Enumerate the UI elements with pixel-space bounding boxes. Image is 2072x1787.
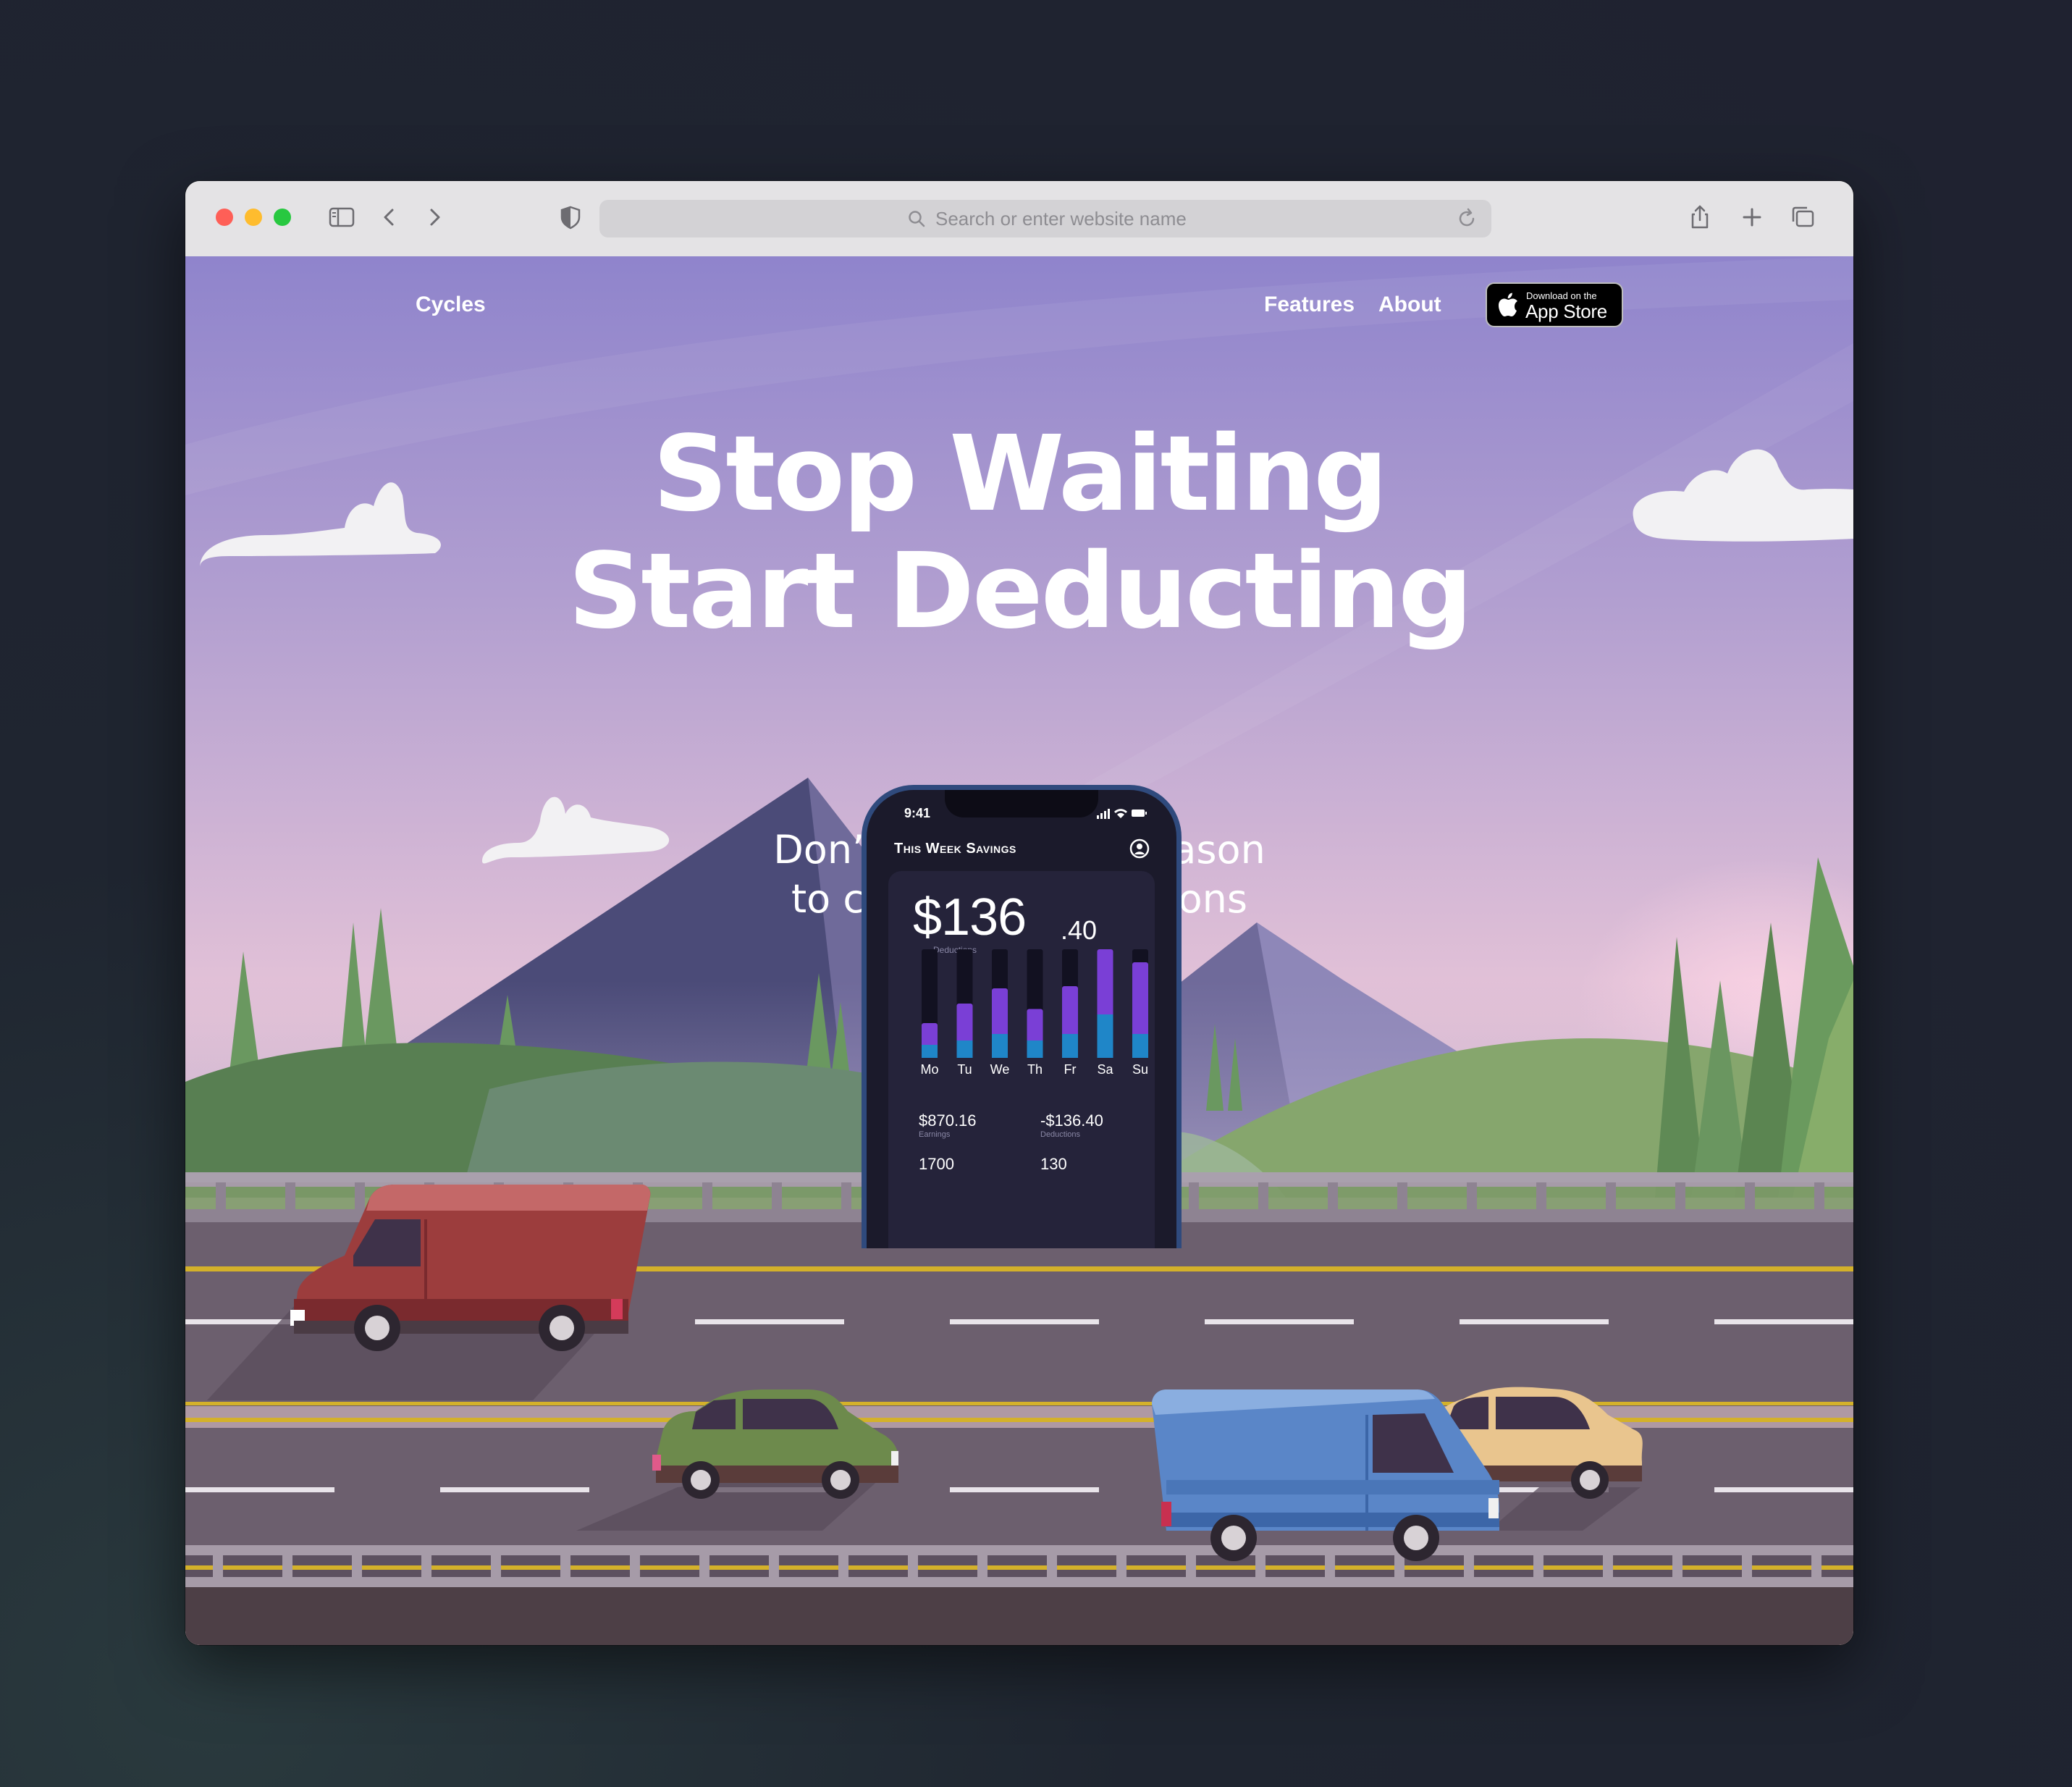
lane-dash <box>1714 1487 1853 1492</box>
deductions-value: -$136.40 <box>1040 1111 1103 1130</box>
back-icon[interactable] <box>375 203 404 232</box>
app-store-small-label: Download on the <box>1526 290 1597 301</box>
profile-icon[interactable] <box>1129 838 1150 859</box>
sidebar-toggle-icon[interactable] <box>327 203 356 232</box>
bar-blue <box>992 1034 1008 1058</box>
bar-blue <box>1062 1034 1078 1058</box>
address-input[interactable] <box>935 206 1297 232</box>
lane-dash <box>950 1319 1099 1324</box>
fence-post <box>216 1182 226 1211</box>
deductions-label: Deductions <box>1040 1130 1081 1139</box>
fence-post <box>841 1182 851 1211</box>
bar-day-label: Th <box>1027 1062 1043 1077</box>
fence-post <box>1397 1182 1407 1211</box>
fence-post <box>1536 1182 1546 1211</box>
lane-dash <box>950 1487 1099 1492</box>
earnings-value: $870.16 <box>919 1111 977 1130</box>
fence-post <box>1189 1182 1199 1211</box>
lane-dash <box>440 1487 589 1492</box>
app-store-button[interactable]: Download on the App Store <box>1486 282 1623 327</box>
app-store-label: App Store <box>1525 300 1607 322</box>
close-window-button[interactable] <box>216 209 233 226</box>
bar-day-label: We <box>990 1062 1010 1077</box>
bar-day-label: Fr <box>1064 1062 1077 1077</box>
nav-link-about[interactable]: About <box>1378 293 1441 317</box>
bar-blue <box>1027 1040 1043 1058</box>
bar-day-label: Tu <box>957 1062 972 1077</box>
fence-post <box>285 1182 295 1211</box>
browser-toolbar <box>185 181 1853 257</box>
status-time: 9:41 <box>904 806 931 820</box>
fence-post <box>702 1182 712 1211</box>
lane-dash <box>1205 1319 1354 1324</box>
phone-notch <box>945 790 1098 817</box>
bar-day-label: Sa <box>1097 1062 1113 1077</box>
fence-post <box>355 1182 365 1211</box>
webpage: Cycles Features About Download on the Ap… <box>185 256 1853 1645</box>
share-icon[interactable] <box>1685 203 1714 232</box>
fence-post <box>1675 1182 1685 1211</box>
address-bar[interactable] <box>599 200 1491 237</box>
bar-day-label: Su <box>1132 1062 1148 1077</box>
zoom-window-button[interactable] <box>274 209 291 226</box>
site-logo[interactable]: Cycles <box>416 293 486 317</box>
phone-mockup: 9:41 This Week Savings $136 .40 Deductio… <box>862 785 1182 1248</box>
fence-post <box>772 1182 782 1211</box>
reload-icon[interactable] <box>1455 207 1478 230</box>
browser-window: Cycles Features About Download on the Ap… <box>185 181 1853 1645</box>
lane-dash <box>1460 1319 1609 1324</box>
bar-blue <box>1132 1034 1148 1058</box>
fence-post <box>1258 1182 1268 1211</box>
lane-dash <box>695 1319 844 1324</box>
tab-overview-icon[interactable] <box>1788 203 1817 232</box>
stat-row2-left: 1700 <box>919 1155 954 1173</box>
headline-line-2: Start Deducting <box>568 530 1473 652</box>
signal-wifi-battery-icon <box>1097 809 1147 819</box>
fence-post <box>1328 1182 1338 1211</box>
bar-blue <box>956 1040 973 1058</box>
new-tab-icon[interactable] <box>1738 203 1766 232</box>
stat-row2-right: 130 <box>1040 1155 1067 1173</box>
bar-blue <box>922 1045 938 1058</box>
fence-post <box>1467 1182 1477 1211</box>
nav-link-features[interactable]: Features <box>1264 293 1355 317</box>
fence-post <box>1606 1182 1616 1211</box>
search-icon <box>909 211 925 227</box>
apple-icon <box>1499 293 1517 316</box>
bar-day-label: Mo <box>920 1062 938 1077</box>
weekly-bar-chart: Mo Tu We Th Fr Sa Su <box>920 949 1148 1077</box>
fence-post <box>1745 1182 1755 1211</box>
privacy-shield-icon[interactable] <box>556 203 585 232</box>
minimize-window-button[interactable] <box>245 209 262 226</box>
card-title: This Week Savings <box>894 841 1016 857</box>
bar-blue <box>1097 1014 1113 1058</box>
forward-icon[interactable] <box>420 203 449 232</box>
fence-post <box>1814 1182 1824 1211</box>
headline-line-1: Stop Waiting <box>652 413 1389 534</box>
lane-dash <box>185 1487 334 1492</box>
lane-dash <box>1714 1319 1853 1324</box>
earnings-label: Earnings <box>919 1130 951 1139</box>
